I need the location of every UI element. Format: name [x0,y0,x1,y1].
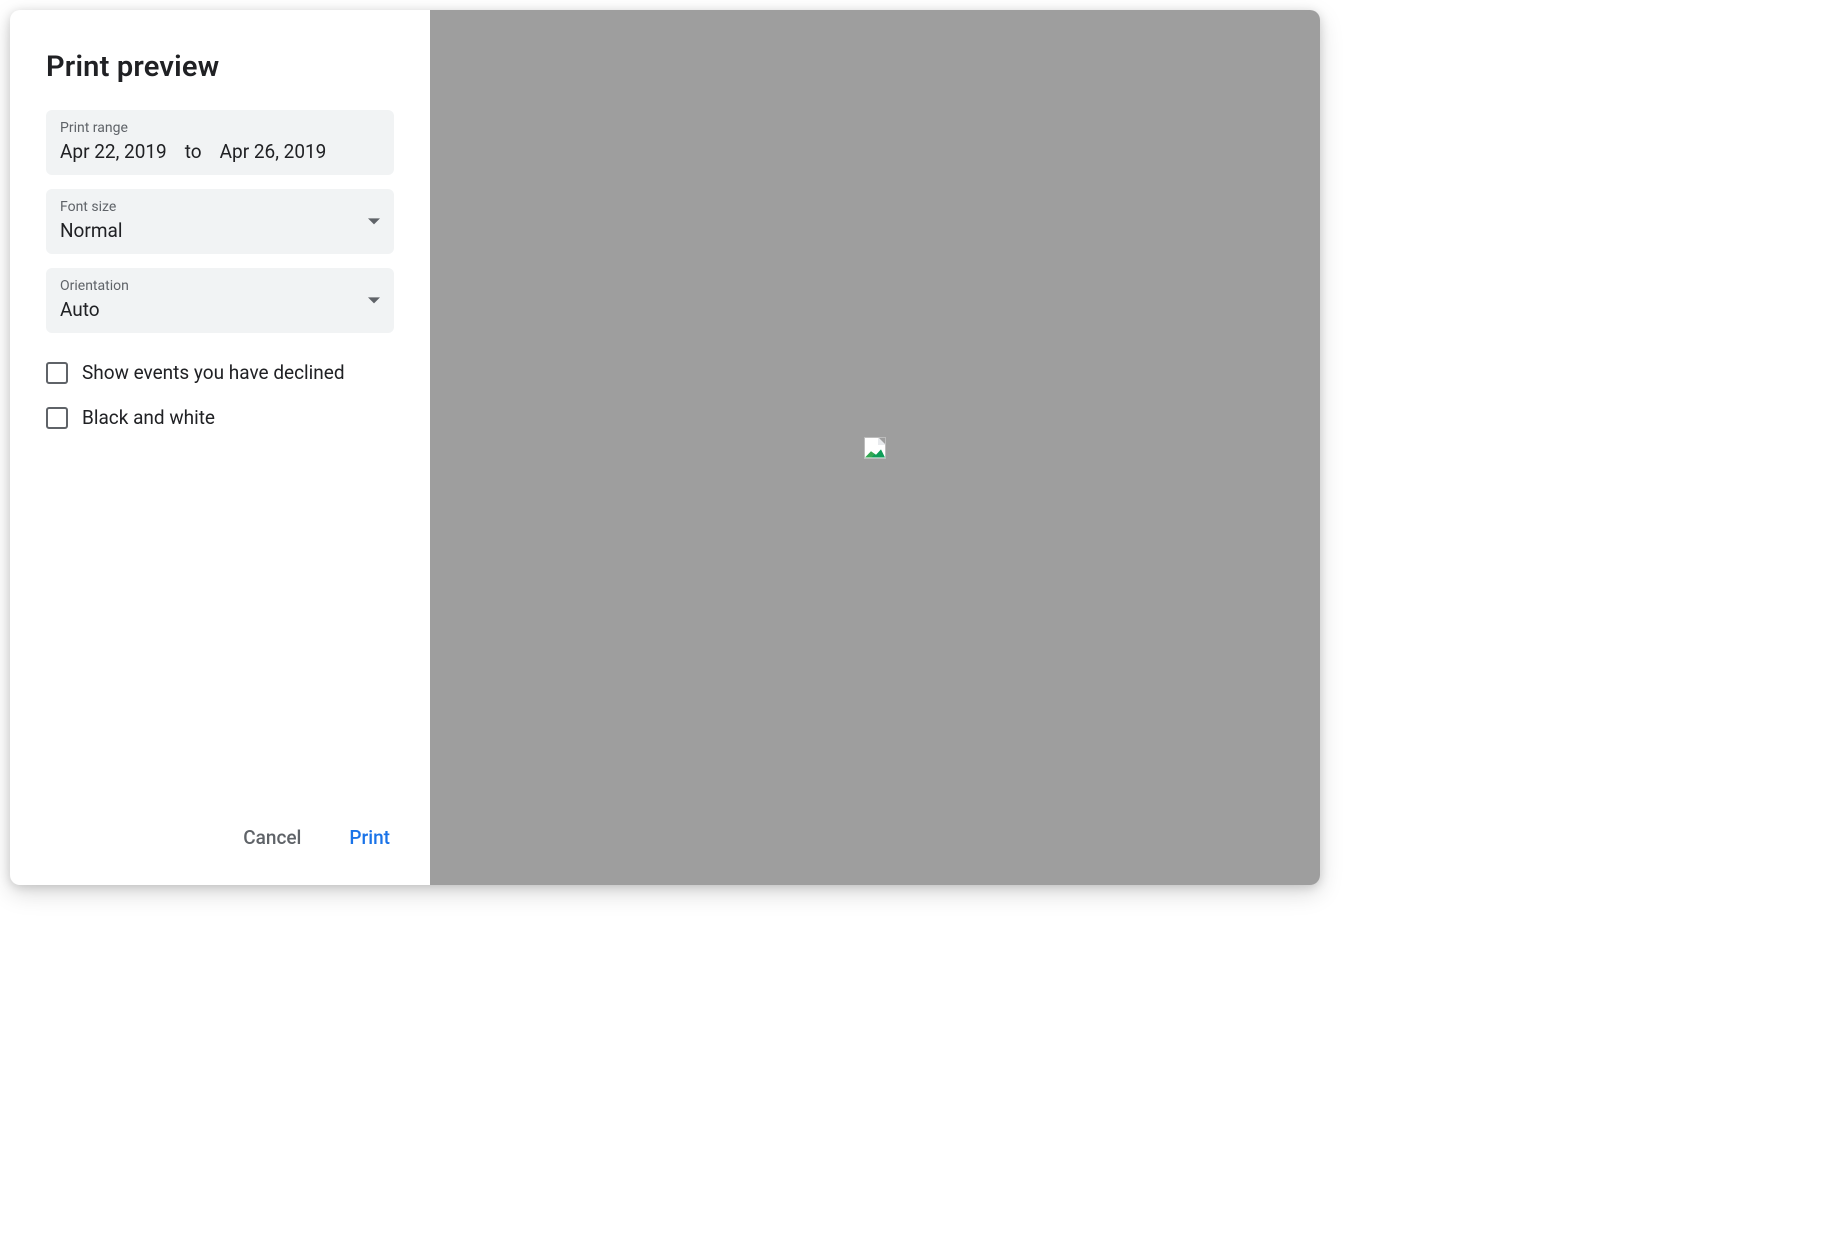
preview-pane [430,10,1320,885]
show-declined-label: Show events you have declined [82,361,345,384]
checkbox-icon[interactable] [46,362,68,384]
black-and-white-label: Black and white [82,406,215,429]
chevron-down-icon [368,295,380,307]
checkbox-icon[interactable] [46,407,68,429]
print-range-values: Apr 22, 2019 to Apr 26, 2019 [60,140,380,163]
orientation-label: Orientation [60,278,380,294]
font-size-select[interactable]: Font size Normal [46,189,394,254]
print-range-separator: to [185,140,202,163]
dialog-footer: Cancel Print [46,802,394,857]
orientation-value: Auto [60,298,380,321]
chevron-down-icon [368,216,380,228]
font-size-label: Font size [60,199,380,215]
print-range-field[interactable]: Print range Apr 22, 2019 to Apr 26, 2019 [46,110,394,175]
show-declined-checkbox-row[interactable]: Show events you have declined [46,361,394,384]
print-button[interactable]: Print [345,818,394,857]
black-and-white-checkbox-row[interactable]: Black and white [46,406,394,429]
print-preview-dialog: Print preview Print range Apr 22, 2019 t… [10,10,1320,885]
orientation-select[interactable]: Orientation Auto [46,268,394,333]
font-size-value: Normal [60,219,380,242]
cancel-button[interactable]: Cancel [239,818,305,857]
flex-spacer [46,437,394,802]
dialog-title: Print preview [46,50,394,84]
broken-image-icon [864,437,886,459]
print-range-start-date[interactable]: Apr 22, 2019 [60,140,167,163]
print-range-label: Print range [60,120,380,136]
print-options-sidebar: Print preview Print range Apr 22, 2019 t… [10,10,430,885]
print-range-end-date[interactable]: Apr 26, 2019 [220,140,327,163]
